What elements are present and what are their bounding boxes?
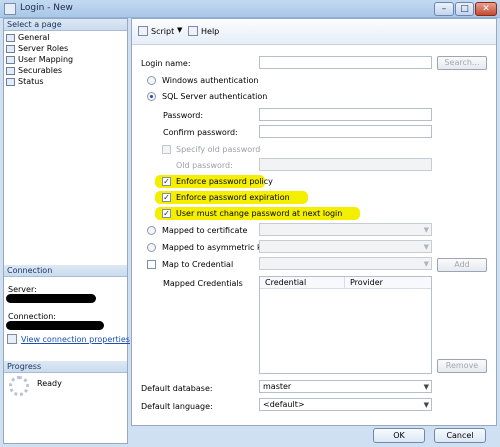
ok-button[interactable]: OK [373,428,425,443]
confirm-password-label: Confirm password: [163,128,238,137]
specify-old-password-label: Specify old password [176,145,261,154]
default-database-value: master [263,382,292,391]
page-icon [6,56,15,64]
old-password-input[interactable] [259,158,432,171]
chevron-down-icon: ▼ [423,401,429,409]
search-button[interactable]: Search... [437,56,487,70]
sql-auth-radio[interactable] [147,92,156,101]
grid-column-credential[interactable]: Credential [260,277,345,289]
maximize-button[interactable]: □ [455,2,474,16]
password-input[interactable] [259,108,432,121]
mapped-asym-key-radio[interactable] [147,243,156,252]
page-item-label: Securables [18,66,63,75]
mapped-certificate-label: Mapped to certificate [162,226,248,235]
grid-column-provider[interactable]: Provider [345,277,431,289]
password-label: Password: [163,111,204,120]
close-icon: ✕ [482,4,490,14]
script-button[interactable]: Script [151,27,174,36]
enforce-policy-checkbox[interactable]: ✓ [162,177,171,186]
mapped-certificate-radio[interactable] [147,226,156,235]
sql-auth-label: SQL Server authentication [162,92,268,101]
chevron-down-icon: ▼ [423,383,429,391]
default-language-dropdown[interactable]: <default> ▼ [259,398,432,411]
page-item-general[interactable]: General [6,32,73,43]
enforce-policy-label: Enforce password policy [176,177,273,186]
specify-old-password-checkbox[interactable] [162,145,171,154]
credential-dropdown[interactable]: ▼ [259,257,432,270]
properties-icon [7,334,17,344]
default-database-label: Default database: [141,384,213,393]
close-button[interactable]: ✕ [475,2,497,16]
enforce-expiration-checkbox[interactable]: ✓ [162,193,171,202]
windows-auth-label: Windows authentication [162,76,259,85]
asym-key-dropdown[interactable]: ▼ [259,240,432,253]
mapped-asym-key-label: Mapped to asymmetric key [162,243,271,252]
enforce-expiration-label: Enforce password expiration [176,193,290,202]
page-item-status[interactable]: Status [6,76,73,87]
page-list: General Server Roles User Mapping Secura… [6,32,73,87]
progress-status: Ready [37,379,62,388]
connection-header: Connection [4,265,127,277]
default-database-dropdown[interactable]: master ▼ [259,380,432,393]
map-credential-label: Map to Credential [162,260,234,269]
page-item-server-roles[interactable]: Server Roles [6,43,73,54]
progress-spinner-icon [9,376,29,396]
script-icon[interactable] [138,26,148,36]
must-change-label: User must change password at next login [176,209,343,218]
page-icon [6,67,15,75]
login-name-input[interactable] [259,56,432,69]
page-icon [6,45,15,53]
credentials-grid[interactable]: Credential Provider [259,276,432,374]
chevron-down-icon: ▼ [423,243,429,251]
minimize-icon: – [441,4,447,14]
chevron-down-icon: ▼ [423,260,429,268]
select-page-header: Select a page [4,19,127,31]
chevron-down-icon: ▼ [423,226,429,234]
map-credential-checkbox[interactable] [147,260,156,269]
minimize-button[interactable]: – [434,2,454,16]
toolbar [132,19,496,45]
title-bar [0,0,500,18]
view-connection-properties-link[interactable]: View connection properties [21,335,130,344]
help-button[interactable]: Help [201,27,219,36]
page-item-user-mapping[interactable]: User Mapping [6,54,73,65]
windows-auth-radio[interactable] [147,76,156,85]
mapped-credentials-label: Mapped Credentials [163,279,243,288]
page-item-label: User Mapping [18,55,74,64]
must-change-checkbox[interactable]: ✓ [162,209,171,218]
login-name-label: Login name: [141,59,191,68]
progress-header: Progress [4,361,127,373]
add-button[interactable]: Add [437,258,487,272]
connection-label: Connection: [8,312,56,321]
window-icon [4,3,16,15]
redacted-server-value [6,294,96,303]
page-item-label: Status [18,77,44,86]
default-language-label: Default language: [141,402,213,411]
remove-button[interactable]: Remove [437,359,487,373]
page-icon [6,34,15,42]
certificate-dropdown[interactable]: ▼ [259,223,432,236]
page-icon [6,78,15,86]
script-dropdown-icon[interactable]: ▼ [177,26,182,34]
redacted-connection-value [6,321,104,330]
confirm-password-input[interactable] [259,125,432,138]
page-item-label: Server Roles [18,44,69,53]
help-icon[interactable] [188,26,198,36]
server-label: Server: [8,285,37,294]
page-item-label: General [18,33,50,42]
maximize-icon: □ [460,4,469,14]
old-password-label: Old password: [176,161,233,170]
window-title: Login - New [20,3,73,13]
default-language-value: <default> [263,400,305,409]
cancel-button[interactable]: Cancel [434,428,486,443]
page-item-securables[interactable]: Securables [6,65,73,76]
